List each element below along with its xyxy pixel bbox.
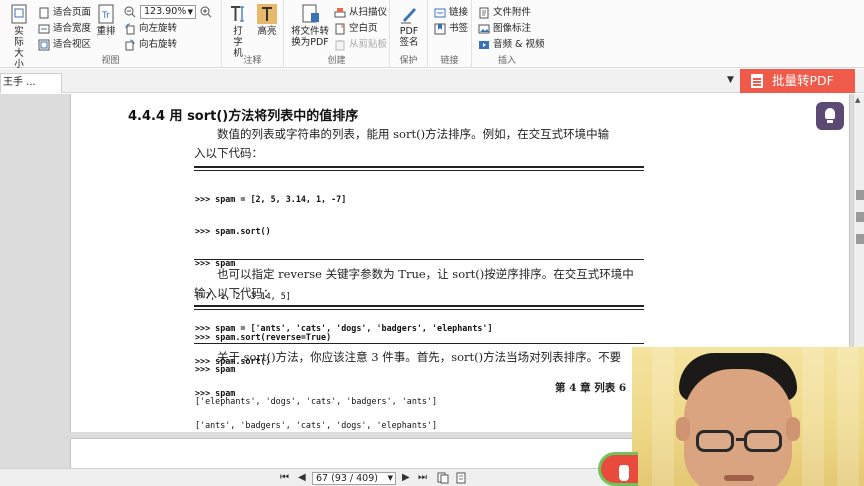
scanner-icon — [334, 8, 346, 18]
document-tab-strip: 王手 ... ▼ — [0, 69, 864, 93]
rotate-left-icon — [125, 23, 135, 35]
protect-group: PDF签名 保护 — [390, 0, 428, 68]
first-page-icon[interactable]: ⏮ — [280, 472, 289, 484]
code-line: >>> spam — [195, 363, 236, 374]
file-attachment-button[interactable]: 文件附件 — [478, 6, 531, 20]
link-icon — [434, 8, 446, 18]
zoom-level-select[interactable]: 123.90% ▼ — [140, 5, 196, 19]
paragraph-line: 入以下代码： — [194, 146, 263, 160]
pdf-sign-button[interactable]: PDF签名 — [396, 4, 422, 48]
image-icon — [478, 24, 490, 34]
chevron-down-icon: ▼ — [187, 8, 193, 16]
blank-page-button[interactable]: 空白页 — [334, 22, 378, 36]
rotate-right-button[interactable]: 向右旋转 — [124, 38, 177, 52]
side-tool-icon[interactable] — [856, 212, 864, 222]
paragraph-line: 也可以指定 reverse 关键字参数为 True，让 sort()按逆序排序。… — [217, 267, 634, 281]
from-clipboard-button[interactable]: 从剪贴板 — [334, 38, 387, 52]
fit-width-icon — [38, 24, 50, 34]
rotate-right-icon — [125, 39, 135, 51]
presenter-face — [684, 369, 792, 486]
typewriter-button[interactable]: 打字机 — [226, 4, 250, 59]
reflow-button[interactable]: Tr 重排 — [94, 4, 118, 37]
page-number-input[interactable]: 67 (93 / 409) ▼ — [312, 472, 396, 485]
links-group: 链接 书签 链接 — [428, 0, 472, 68]
single-page-view-icon[interactable] — [437, 472, 449, 484]
code-line: >>> spam.sort() — [195, 225, 271, 236]
next-page-icon[interactable]: ▶ — [402, 472, 410, 484]
side-tool-icon[interactable] — [856, 190, 864, 200]
zoom-in-icon[interactable] — [200, 6, 212, 18]
audio-video-button[interactable]: 音频 & 视频 — [478, 38, 544, 52]
bookmark-button[interactable]: 书签 — [434, 22, 468, 36]
fit-view-button[interactable]: 适合视区 — [38, 38, 91, 52]
glasses-icon — [696, 430, 734, 452]
lightbulb-tips-icon[interactable] — [816, 102, 844, 130]
chevron-down-icon: ▼ — [387, 474, 393, 482]
document-icon — [751, 74, 763, 88]
fit-page-icon — [39, 7, 49, 19]
batch-convert-pdf-button[interactable]: 批量转PDF — [740, 69, 855, 93]
fit-view-icon — [38, 39, 50, 51]
highlight-button[interactable]: 高亮 — [254, 4, 280, 37]
record-widget-icon[interactable] — [598, 452, 638, 486]
webcam-overlay — [632, 347, 864, 486]
from-scanner-button[interactable]: 从扫描仪 — [334, 6, 387, 20]
clipboard-icon — [335, 40, 345, 51]
code-bottom-rule — [194, 343, 644, 344]
file-convert-icon — [302, 4, 319, 23]
create-group: 将文件转换为PDF 从扫描仪 空白页 从剪贴板 创建 — [284, 0, 390, 68]
code-block-2: >>> spam.sort(reverse=True) >>> spam ['e… — [195, 310, 437, 429]
code-top-rule — [194, 305, 644, 307]
fit-width-button[interactable]: 适合宽度 — [38, 22, 91, 36]
scroll-up-icon[interactable]: ▲ — [855, 96, 860, 104]
code-top-rule-thin — [194, 170, 644, 171]
convert-to-pdf-button[interactable]: 将文件转换为PDF — [290, 4, 330, 48]
media-icon — [479, 41, 489, 49]
paragraph-line: 输入以下代码： — [194, 286, 275, 300]
code-line: >>> spam.sort(reverse=True) — [195, 331, 332, 342]
blank-page-icon — [335, 23, 345, 35]
code-bottom-rule — [194, 259, 644, 260]
tab-list-chevron-icon[interactable]: ▼ — [727, 75, 734, 85]
highlight-text-icon — [257, 4, 277, 24]
reflow-icon: Tr — [98, 4, 114, 24]
code-top-rule — [194, 166, 644, 168]
actual-size-icon — [11, 4, 27, 24]
attachment-icon — [479, 7, 489, 19]
svg-text:Tr: Tr — [101, 11, 110, 21]
prev-page-icon[interactable]: ◀ — [298, 472, 306, 484]
link-button[interactable]: 链接 — [434, 6, 468, 20]
paragraph-line: 数值的列表或字符串的列表，能用 sort()方法排序。例如，在交互式环境中输 — [217, 127, 610, 141]
document-tab[interactable]: 王手 ... — [0, 73, 62, 93]
view-group-label: 视图 — [101, 56, 120, 66]
bookmark-icon — [434, 23, 446, 35]
view-group: 实际大小 适合页面 适合宽度 适合视区 Tr 重排 123.90% ▼ 向左旋转 — [0, 0, 222, 70]
ribbon-toolbar: 实际大小 适合页面 适合宽度 适合视区 Tr 重排 123.90% ▼ 向左旋转 — [0, 0, 864, 70]
code-line: >>> spam = [2, 5, 3.14, 1, -7] — [195, 193, 347, 204]
code-output-line: ['elephants', 'dogs', 'cats', 'badgers',… — [195, 396, 438, 407]
side-tool-icon[interactable] — [856, 234, 864, 244]
section-heading: 4.4.4 用 sort()方法将列表中的值排序 — [128, 109, 359, 124]
fit-page-button[interactable]: 适合页面 — [38, 6, 91, 20]
insert-group: 文件附件 图像标注 音频 & 视频 插入 — [472, 0, 544, 68]
zoom-out-icon[interactable] — [124, 6, 136, 18]
continuous-view-icon[interactable] — [455, 472, 467, 484]
rotate-left-button[interactable]: 向左旋转 — [124, 22, 177, 36]
paragraph-line: 关于 sort()方法，你应该注意 3 件事。首先，sort()方法当场对列表排… — [217, 350, 622, 364]
typewriter-icon — [231, 6, 244, 22]
last-page-icon[interactable]: ⏭ — [418, 472, 427, 484]
image-annotation-button[interactable]: 图像标注 — [478, 22, 531, 36]
annotate-group: 打字机 高亮 注释 — [222, 0, 284, 68]
pen-sign-icon — [401, 8, 416, 24]
page-footer: 第 4 章 列表 6 — [555, 382, 627, 394]
